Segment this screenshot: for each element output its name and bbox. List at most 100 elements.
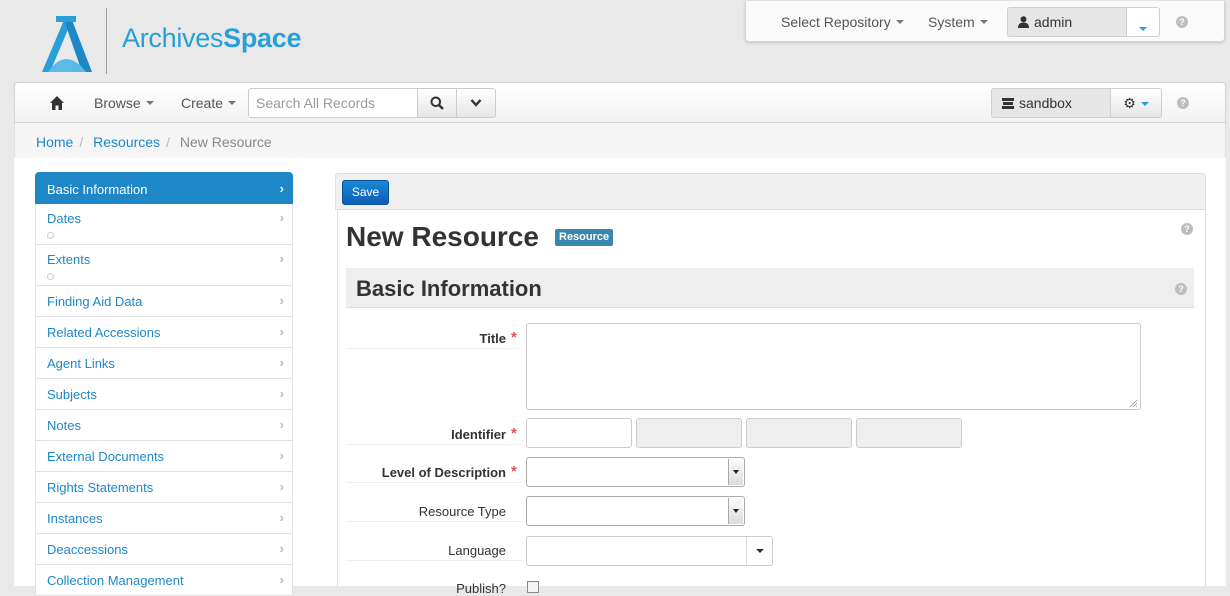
label-divider bbox=[346, 348, 522, 349]
sidebar-item-label: External Documents bbox=[47, 449, 165, 464]
chevron-right-icon: › bbox=[279, 541, 284, 556]
identifier-part-1-input[interactable] bbox=[526, 418, 632, 448]
search-button[interactable] bbox=[417, 88, 457, 118]
sidebar-item-notes[interactable]: Notes › bbox=[35, 410, 293, 441]
breadcrumb-separator: / bbox=[166, 134, 170, 150]
sidebar-item-rights-statements[interactable]: Rights Statements › bbox=[35, 472, 293, 503]
home-icon[interactable] bbox=[49, 95, 65, 111]
breadcrumb-separator: / bbox=[79, 134, 84, 150]
title-label: Title bbox=[479, 331, 507, 346]
search-icon bbox=[430, 96, 444, 110]
select-repository-menu[interactable]: Select Repository bbox=[781, 14, 904, 30]
section-title: Basic Information bbox=[356, 276, 542, 301]
sidebar-item-finding-aid-data[interactable]: Finding Aid Data › bbox=[35, 286, 293, 317]
repository-icon bbox=[1002, 98, 1014, 109]
sidebar-item-agent-links[interactable]: Agent Links › bbox=[35, 348, 293, 379]
caret-down-icon bbox=[895, 20, 904, 25]
repository-settings-button[interactable]: ⚙ bbox=[1110, 88, 1162, 118]
chevron-right-icon: › bbox=[279, 386, 284, 401]
create-menu[interactable]: Create bbox=[181, 95, 237, 111]
top-navigation: Select Repository System admin ? bbox=[745, 1, 1225, 42]
sidebar-item-label: Related Accessions bbox=[47, 325, 161, 340]
page-title: New Resource bbox=[346, 221, 539, 252]
user-button[interactable]: admin bbox=[1007, 7, 1127, 37]
identifier-part-4-input[interactable] bbox=[856, 418, 962, 448]
dropdown-arrow-icon bbox=[746, 537, 772, 565]
label-divider bbox=[346, 482, 522, 483]
sidebar-item-label: Finding Aid Data bbox=[47, 294, 143, 309]
sidebar-item-instances[interactable]: Instances › bbox=[35, 503, 293, 534]
sidebar-item-basic-information[interactable]: Basic Information › bbox=[35, 172, 293, 204]
chevron-right-icon: › bbox=[279, 293, 284, 308]
level-of-description-select[interactable] bbox=[526, 457, 745, 487]
sidebar-item-label: Dates bbox=[47, 211, 81, 226]
resource-type-select[interactable] bbox=[526, 496, 745, 526]
form-toolbar: Save bbox=[335, 173, 1206, 210]
breadcrumb-home[interactable]: Home bbox=[36, 134, 73, 150]
chevron-right-icon: › bbox=[279, 510, 284, 525]
sidebar-item-extents[interactable]: Extents › bbox=[35, 245, 293, 286]
chevron-right-icon: › bbox=[279, 251, 284, 266]
help-icon[interactable]: ? bbox=[1176, 16, 1188, 28]
sidebar-item-label: Subjects bbox=[47, 387, 97, 402]
browse-menu[interactable]: Browse bbox=[94, 95, 154, 111]
dropdown-arrow-icon bbox=[728, 459, 743, 485]
sidebar-item-deaccessions[interactable]: Deaccessions › bbox=[35, 534, 293, 565]
help-icon[interactable]: ? bbox=[1181, 223, 1193, 235]
help-icon[interactable]: ? bbox=[1175, 283, 1187, 295]
breadcrumb: Home / Resources / New Resource bbox=[14, 123, 1226, 158]
chevron-right-icon: › bbox=[279, 479, 284, 494]
language-combobox[interactable] bbox=[526, 536, 773, 566]
empty-indicator-icon bbox=[47, 273, 54, 280]
sidebar-item-label: Basic Information bbox=[47, 182, 148, 197]
required-icon: * bbox=[511, 463, 517, 480]
section-header: Basic Information ? bbox=[346, 268, 1194, 308]
caret-down-icon bbox=[979, 20, 988, 25]
sidebar-item-label: Agent Links bbox=[47, 356, 115, 371]
required-icon: * bbox=[511, 329, 517, 346]
logo-a-icon bbox=[42, 16, 92, 72]
title-textarea[interactable] bbox=[526, 323, 1141, 410]
help-icon[interactable]: ? bbox=[1177, 97, 1189, 109]
advanced-search-toggle[interactable] bbox=[456, 88, 496, 118]
user-menu-toggle[interactable] bbox=[1126, 7, 1160, 37]
label-divider bbox=[346, 560, 522, 561]
save-button[interactable]: Save bbox=[342, 180, 389, 205]
chevron-right-icon: › bbox=[279, 355, 284, 370]
sidebar-item-subjects[interactable]: Subjects › bbox=[35, 379, 293, 410]
user-icon bbox=[1018, 16, 1029, 28]
gear-icon: ⚙ bbox=[1123, 95, 1136, 111]
sidebar-item-related-accessions[interactable]: Related Accessions › bbox=[35, 317, 293, 348]
sidebar-item-label: Deaccessions bbox=[47, 542, 128, 557]
dropdown-arrow-icon bbox=[728, 498, 743, 524]
sidebar-item-external-documents[interactable]: External Documents › bbox=[35, 441, 293, 472]
language-label: Language bbox=[448, 543, 506, 558]
sidebar-item-dates[interactable]: Dates › bbox=[35, 204, 293, 245]
breadcrumb-resources[interactable]: Resources bbox=[93, 134, 160, 150]
chevron-right-icon: › bbox=[279, 572, 284, 587]
logo-divider bbox=[106, 8, 107, 74]
sidebar-item-label: Instances bbox=[47, 511, 103, 526]
publish-checkbox[interactable] bbox=[527, 581, 539, 593]
identifier-part-2-input[interactable] bbox=[636, 418, 742, 448]
required-icon: * bbox=[511, 425, 517, 442]
identifier-label: Identifier bbox=[451, 427, 506, 442]
resize-handle-icon[interactable] bbox=[1128, 398, 1138, 408]
chevron-right-icon: › bbox=[279, 210, 284, 225]
level-of-description-label: Level of Description bbox=[381, 465, 506, 480]
sidebar-item-label: Notes bbox=[47, 418, 81, 433]
sidebar-item-label: Rights Statements bbox=[47, 480, 154, 495]
caret-down-icon bbox=[145, 101, 154, 106]
current-repository-button[interactable]: sandbox bbox=[991, 88, 1111, 118]
sidebar-item-collection-management[interactable]: Collection Management › bbox=[35, 565, 293, 596]
system-menu[interactable]: System bbox=[928, 14, 988, 30]
publish-label: Publish? bbox=[456, 581, 506, 596]
chevron-right-icon: › bbox=[279, 324, 284, 339]
caret-down-icon bbox=[1140, 101, 1149, 106]
search-input[interactable] bbox=[248, 88, 418, 118]
sidebar-item-label: Extents bbox=[47, 252, 91, 267]
archivesspace-logo[interactable]: ArchivesSpace bbox=[38, 8, 338, 78]
record-type-badge: Resource bbox=[555, 229, 614, 246]
chevron-right-icon: › bbox=[279, 181, 284, 196]
identifier-part-3-input[interactable] bbox=[746, 418, 852, 448]
